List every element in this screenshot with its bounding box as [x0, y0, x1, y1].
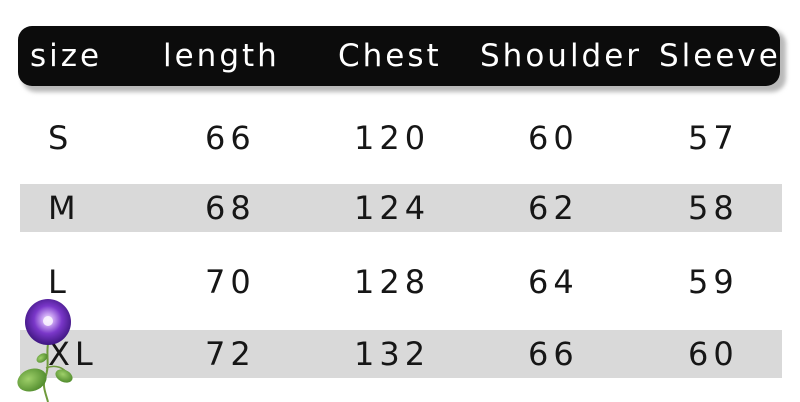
- header-sleeve: Sleeve: [659, 38, 781, 74]
- length-cell: 72: [205, 335, 256, 373]
- sleeve-cell: 58: [688, 189, 739, 227]
- purple-flower-icon: [17, 299, 73, 402]
- chest-cell: 128: [354, 263, 431, 301]
- shoulder-cell: 62: [528, 189, 579, 227]
- size-cell: S: [48, 119, 74, 157]
- length-cell: 68: [205, 189, 256, 227]
- header-size: size: [30, 38, 103, 74]
- shoulder-cell: 60: [528, 119, 579, 157]
- size-chart-table: size length Chest Shoulder Sleeve S 66 1…: [0, 0, 800, 402]
- length-cell: 66: [205, 119, 256, 157]
- sleeve-cell: 60: [688, 335, 739, 373]
- table-row: S 66 120 60 57: [20, 114, 782, 162]
- header-shoulder: Shoulder: [480, 38, 643, 74]
- chest-cell: 120: [354, 119, 431, 157]
- header-chest: Chest: [338, 38, 442, 74]
- shoulder-cell: 66: [528, 335, 579, 373]
- size-cell: M: [48, 189, 81, 227]
- chest-cell: 132: [354, 335, 431, 373]
- header-length: length: [163, 38, 280, 74]
- sleeve-cell: 59: [688, 263, 739, 301]
- shoulder-cell: 64: [528, 263, 579, 301]
- table-row: M 68 124 62 58: [20, 184, 782, 232]
- chest-cell: 124: [354, 189, 431, 227]
- length-cell: 70: [205, 263, 256, 301]
- table-row: XL 72 132 66 60: [20, 330, 782, 378]
- table-row: L 70 128 64 59: [20, 258, 782, 306]
- header-row: size length Chest Shoulder Sleeve: [18, 26, 780, 86]
- sleeve-cell: 57: [688, 119, 739, 157]
